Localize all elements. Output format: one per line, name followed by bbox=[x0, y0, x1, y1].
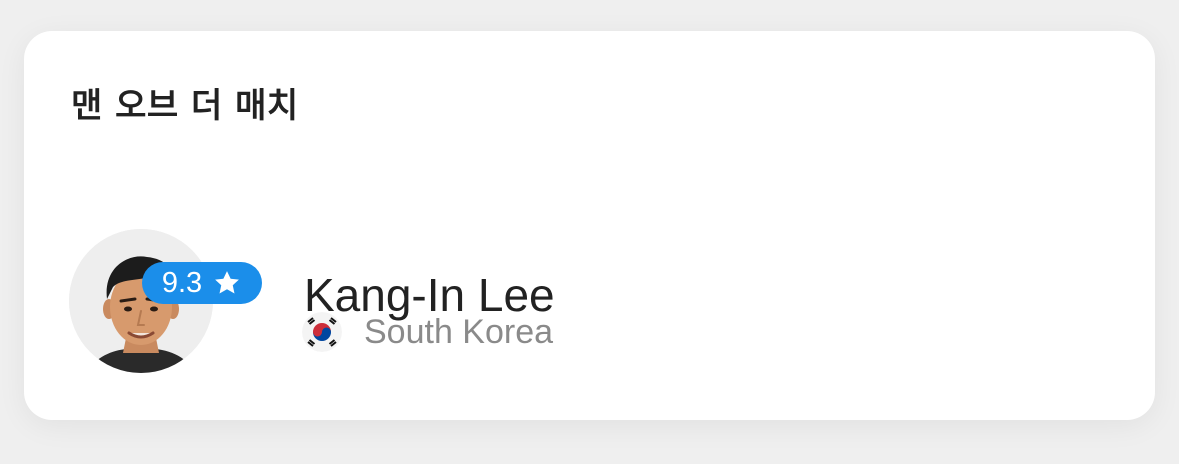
rating-value: 9.3 bbox=[161, 267, 203, 299]
player-country: South Korea bbox=[364, 313, 554, 351]
star-icon bbox=[212, 268, 242, 298]
south-korea-flag-icon bbox=[302, 312, 342, 352]
man-of-the-match-card[interactable]: 맨 오브 더 매치 9.3 Kang-In Lee South Korea bbox=[24, 31, 1155, 420]
card-title: 맨 오브 더 매치 bbox=[71, 86, 299, 126]
rating-badge[interactable]: 9.3 bbox=[142, 262, 262, 304]
